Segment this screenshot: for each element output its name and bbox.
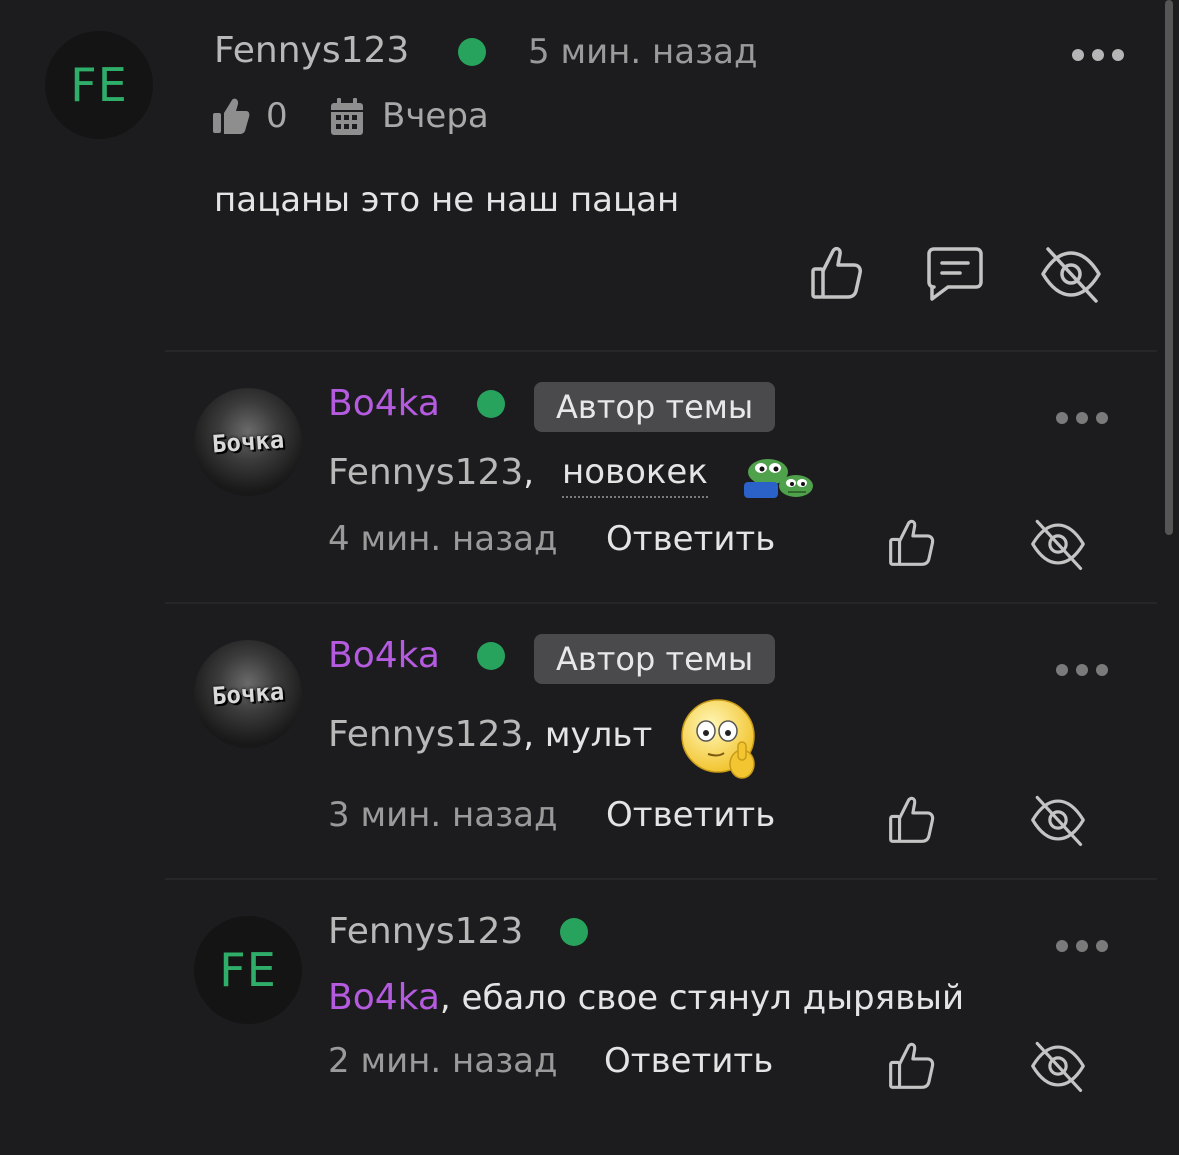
more-options-button[interactable] [1056,940,1108,952]
pepe-frog-emoji [744,456,814,500]
thinking-smiley-emoji [680,698,760,780]
more-options-button[interactable] [1056,412,1108,424]
hide-eye-icon[interactable] [1030,792,1086,848]
likes-icon [212,96,250,136]
comment-time: 5 мин. назад [528,32,758,72]
mention[interactable]: Fennys123 [328,452,523,493]
avatar[interactable]: FE [45,31,153,139]
hide-eye-icon[interactable] [1030,516,1086,572]
author-name[interactable]: Fennys123 [214,30,409,71]
like-button[interactable] [888,518,936,568]
avatar-initials: FE [219,943,277,997]
online-indicator [560,918,588,946]
online-indicator [477,390,505,418]
comment-text: пацаны это не наш пацан [214,180,680,220]
divider [165,878,1157,880]
topic-author-badge: Автор темы [534,382,776,432]
reply-text-link[interactable]: новокек [562,452,708,498]
hide-eye-icon[interactable] [1040,243,1102,305]
like-button[interactable] [810,245,864,301]
divider [165,602,1157,604]
author-name[interactable]: Fennys123 [328,911,523,952]
like-button[interactable] [888,795,936,845]
avatar[interactable]: Бочка [194,640,302,748]
calendar-icon [330,98,364,136]
mention[interactable]: Fennys123 [328,714,523,755]
mention-separator: , [523,453,535,493]
reply-text: , ебало свое стянул дырявый [439,978,965,1018]
reply-content: Fennys123, [328,452,534,493]
avatar-image-text: Бочка [210,677,286,711]
reply-button[interactable]: Ответить [604,1041,773,1081]
author-name[interactable]: Bo4ka [328,383,440,424]
avatar-image-text: Бочка [210,425,286,459]
reply-content: Fennys123, мульт [328,714,652,755]
comment-date: Вчера [382,96,489,136]
reply-button[interactable]: Ответить [606,519,775,559]
topic-author-badge: Автор темы [534,634,776,684]
mention[interactable]: Bo4ka [328,977,440,1018]
reply-comment-icon[interactable] [926,246,984,302]
online-indicator [477,642,505,670]
reply-button[interactable]: Ответить [606,795,775,835]
reply-time: 4 мин. назад [328,519,558,559]
reply-text: , мульт [523,715,653,755]
scrollbar[interactable] [1165,0,1173,535]
reply-time: 2 мин. назад [328,1041,558,1081]
online-indicator [458,38,486,66]
hide-eye-icon[interactable] [1030,1038,1086,1094]
author-name[interactable]: Bo4ka [328,635,440,676]
reply-content: Bo4ka, ебало свое стянул дырявый [328,977,964,1018]
divider [165,350,1157,352]
reply-time: 3 мин. назад [328,795,558,835]
avatar[interactable]: Бочка [194,388,302,496]
avatar-initials: FE [70,58,128,112]
more-options-button[interactable] [1056,664,1108,676]
like-button[interactable] [888,1041,936,1091]
more-options-button[interactable] [1072,49,1124,61]
likes-count: 0 [266,96,288,136]
reply-text[interactable]: новокек [562,452,708,498]
avatar[interactable]: FE [194,916,302,1024]
